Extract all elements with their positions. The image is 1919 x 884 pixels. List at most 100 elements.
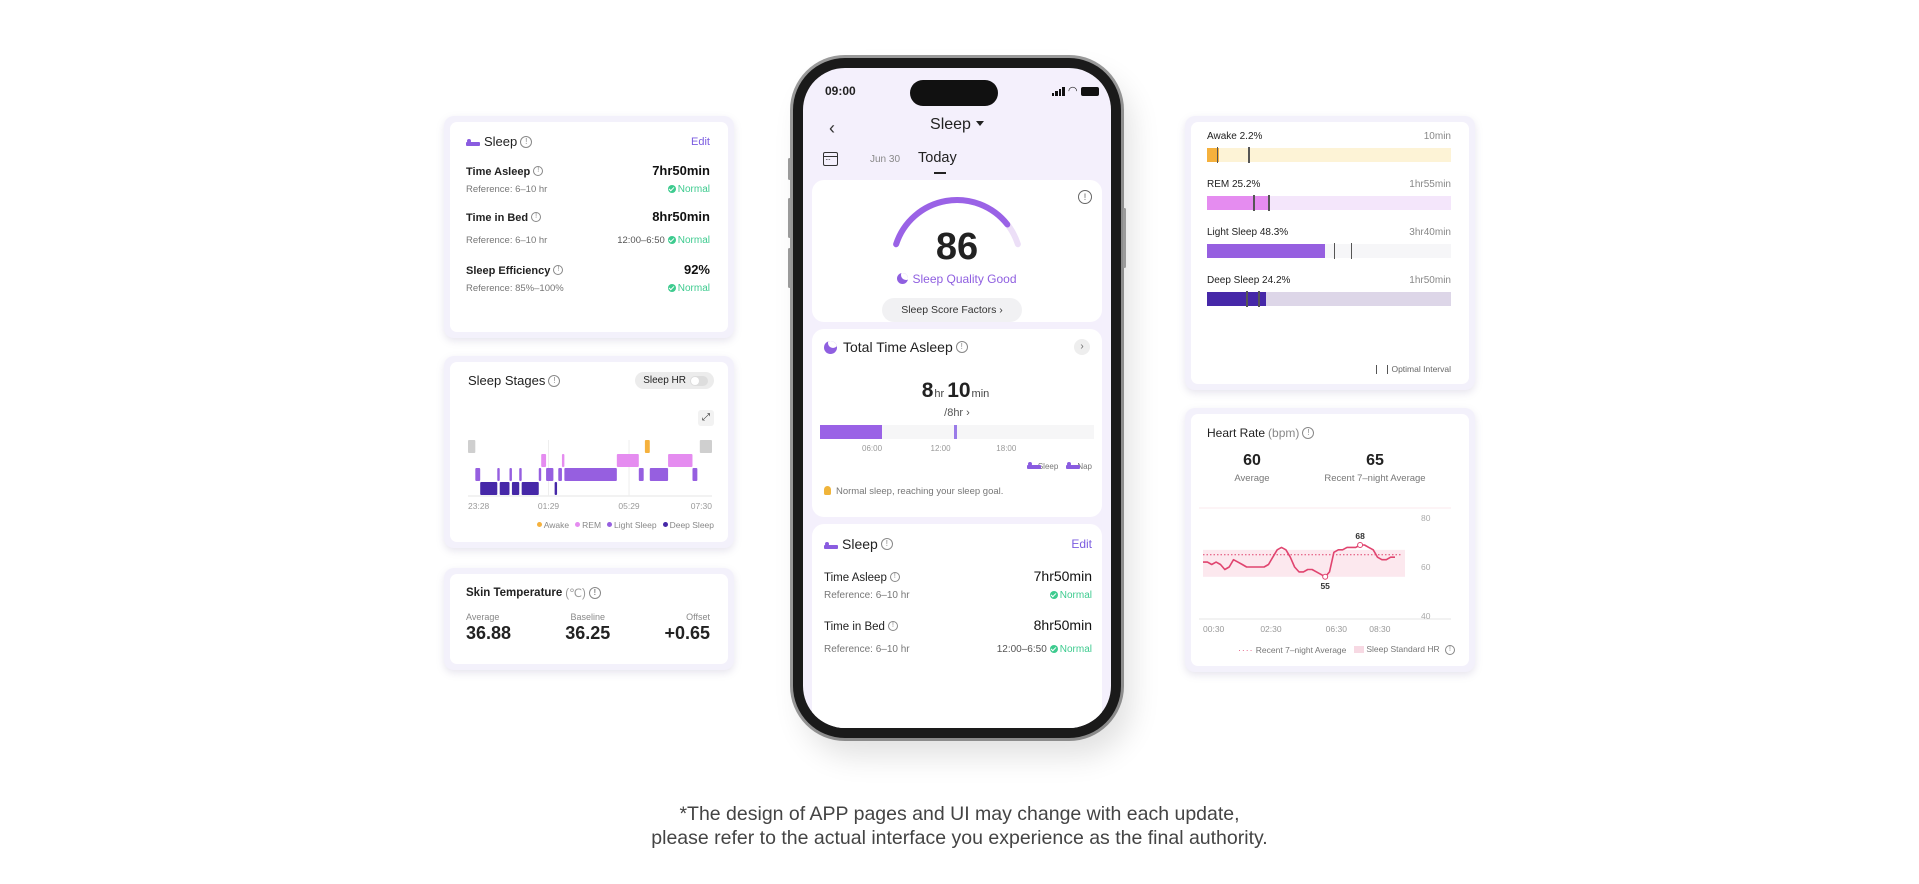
optimal-interval-marker: [1258, 291, 1260, 307]
info-icon[interactable]: !: [1445, 645, 1455, 655]
stage-segment-awake: [644, 440, 650, 453]
edit-button[interactable]: Edit: [691, 136, 710, 148]
legend-light: Light Sleep: [607, 520, 657, 530]
stage-segment-deep: [480, 482, 498, 495]
stage-segment-gap: [468, 440, 476, 453]
tick-label: 18:00: [996, 444, 1017, 453]
info-icon[interactable]: !: [955, 341, 968, 353]
metric-sleep-efficiency: Sleep Efficiency! 92% Reference: 85%–100…: [466, 261, 710, 294]
sleep-stages-chart: 23:28 01:29 05:29 07:30: [468, 440, 712, 511]
y-tick-label: 40: [1421, 611, 1431, 621]
date-tab-today[interactable]: Today: [918, 150, 957, 166]
sleep-card-title: Sleep: [484, 134, 518, 149]
metric-reference: Reference: 6–10 hr: [824, 644, 910, 655]
stage-distribution-row: Awake 2.2% 10min: [1207, 131, 1451, 163]
metric-reference: Reference: 6–10 hr: [824, 590, 910, 601]
min-label: 55: [1320, 581, 1330, 591]
skin-offset: Offset +0.65: [664, 612, 710, 643]
chevron-right-icon[interactable]: ›: [1074, 339, 1090, 355]
stage-label: REM 25.2%: [1207, 179, 1261, 190]
status-badge: Normal: [667, 184, 710, 195]
skin-temp-title: Skin Temperature: [466, 587, 563, 599]
metric-value: 8hr50min: [1033, 617, 1092, 633]
info-icon[interactable]: !: [880, 538, 893, 550]
info-icon[interactable]: !: [533, 165, 544, 176]
stage-bar: [1207, 243, 1451, 259]
stage-segment-light: [564, 468, 617, 481]
stage-label: Deep Sleep 24.2%: [1207, 275, 1291, 286]
legend-rem: REM: [575, 520, 601, 530]
sleep-stages-title: Sleep Stages: [468, 373, 546, 388]
metric-reference: Reference: 6–10 hr: [466, 235, 548, 246]
info-icon[interactable]: !: [588, 587, 601, 599]
stage-fill: [1207, 196, 1269, 210]
nap-segment: [954, 425, 958, 439]
status-badge: Normal: [667, 235, 710, 246]
sleep-tip: Normal sleep, reaching your sleep goal.: [824, 486, 1003, 497]
stage-segment-light: [546, 468, 554, 481]
status-badge: Normal: [1049, 590, 1092, 601]
signal-icon: [1051, 87, 1065, 96]
y-tick-label: 60: [1421, 562, 1431, 572]
disclaimer-line-2: please refer to the actual interface you…: [651, 827, 1268, 849]
sleep-goal-link[interactable]: /8hr ›: [812, 407, 1102, 419]
calendar-icon[interactable]: [823, 152, 838, 166]
disclaimer-line-1: *The design of APP pages and UI may chan…: [679, 803, 1240, 825]
phone-side-button: [788, 198, 791, 238]
info-icon[interactable]: !: [889, 571, 900, 582]
heart-rate-title: Heart Rate: [1207, 426, 1266, 440]
toggle-switch[interactable]: [690, 375, 708, 386]
x-tick-label: 02:30: [1260, 624, 1282, 634]
max-point: [1357, 541, 1364, 548]
x-axis-label: 23:28: [468, 501, 490, 511]
x-tick-label: 00:30: [1203, 624, 1225, 634]
nav-title-dropdown[interactable]: Sleep: [803, 116, 1111, 134]
info-icon[interactable]: !: [548, 374, 561, 387]
heart-rate-chart: 80 60 40 68 55 00:30 02:30 06:30 08:30: [1199, 507, 1451, 634]
stage-segment-light: [497, 468, 500, 481]
sleep-score: 86: [935, 226, 979, 268]
stage-fill: [1207, 244, 1325, 258]
sleep-score-factors-button[interactable]: Sleep Score Factors ›: [882, 298, 1022, 322]
stage-duration: 1hr55min: [1409, 179, 1451, 190]
battery-icon: [1081, 87, 1099, 96]
sleep-score-card: ! 86 Sleep Quality Good Sleep Score Fact…: [812, 180, 1102, 322]
phone-mockup: 09:00 ◠ ‹ Sleep Jun 30 Today ! 86 Sleep …: [788, 58, 1126, 738]
info-icon[interactable]: !: [887, 620, 898, 631]
info-icon[interactable]: !: [1078, 190, 1092, 204]
legend-sleep: Sleep: [1026, 462, 1058, 471]
stage-duration: 1hr50min: [1409, 275, 1451, 286]
check-icon: [667, 236, 676, 244]
stage-segment-rem: [668, 454, 693, 467]
stage-segment-light: [692, 468, 698, 481]
caret-down-icon: [975, 121, 984, 126]
status-badge: Normal: [667, 283, 710, 294]
stage-bar: [1207, 195, 1451, 211]
metric-value: 8hr50min: [652, 209, 710, 224]
info-icon[interactable]: !: [1302, 427, 1315, 439]
status-badge: Normal: [1049, 644, 1092, 655]
legend-recent-average: ···· Recent 7–night Average: [1238, 644, 1347, 655]
check-icon: [667, 284, 676, 292]
metric-time-in-bed: Time in Bed! 8hr50min Reference: 6–10 hr…: [466, 208, 710, 248]
info-icon[interactable]: !: [520, 135, 533, 148]
sleep-stages-card: Sleep Stages ! Sleep HR ⤢ 23:28 01:29 05:2…: [444, 356, 734, 548]
total-duration: 8hr 10min: [921, 379, 990, 402]
skin-temp-unit: (℃): [565, 588, 586, 600]
info-icon[interactable]: !: [531, 211, 542, 222]
heart-rate-card: Heart Rate (bpm) ! 60 Average 65 Recent 7–…: [1185, 408, 1475, 672]
phone-screen: 09:00 ◠ ‹ Sleep Jun 30 Today ! 86 Sleep …: [803, 68, 1111, 728]
optimal-interval-marker: [1253, 195, 1255, 211]
stage-segment-light: [519, 468, 522, 481]
total-time-asleep-card: Total Time Asleep ! › 8hr 10min /8hr › 06…: [812, 329, 1102, 517]
expand-icon[interactable]: ⤢: [698, 410, 714, 426]
optimal-interval-marker: [1248, 147, 1250, 163]
date-tab-previous[interactable]: Jun 30: [870, 154, 900, 165]
sleep-hr-toggle[interactable]: Sleep HR: [635, 372, 714, 389]
check-icon: [1049, 645, 1058, 653]
stage-distribution-row: REM 25.2% 1hr55min: [1207, 179, 1451, 211]
info-icon[interactable]: !: [553, 264, 564, 275]
skin-temperature-card: Skin Temperature (℃) ! Average 36.88 Base…: [444, 568, 734, 670]
stage-label: Awake 2.2%: [1207, 131, 1263, 142]
edit-button[interactable]: Edit: [1071, 537, 1092, 551]
